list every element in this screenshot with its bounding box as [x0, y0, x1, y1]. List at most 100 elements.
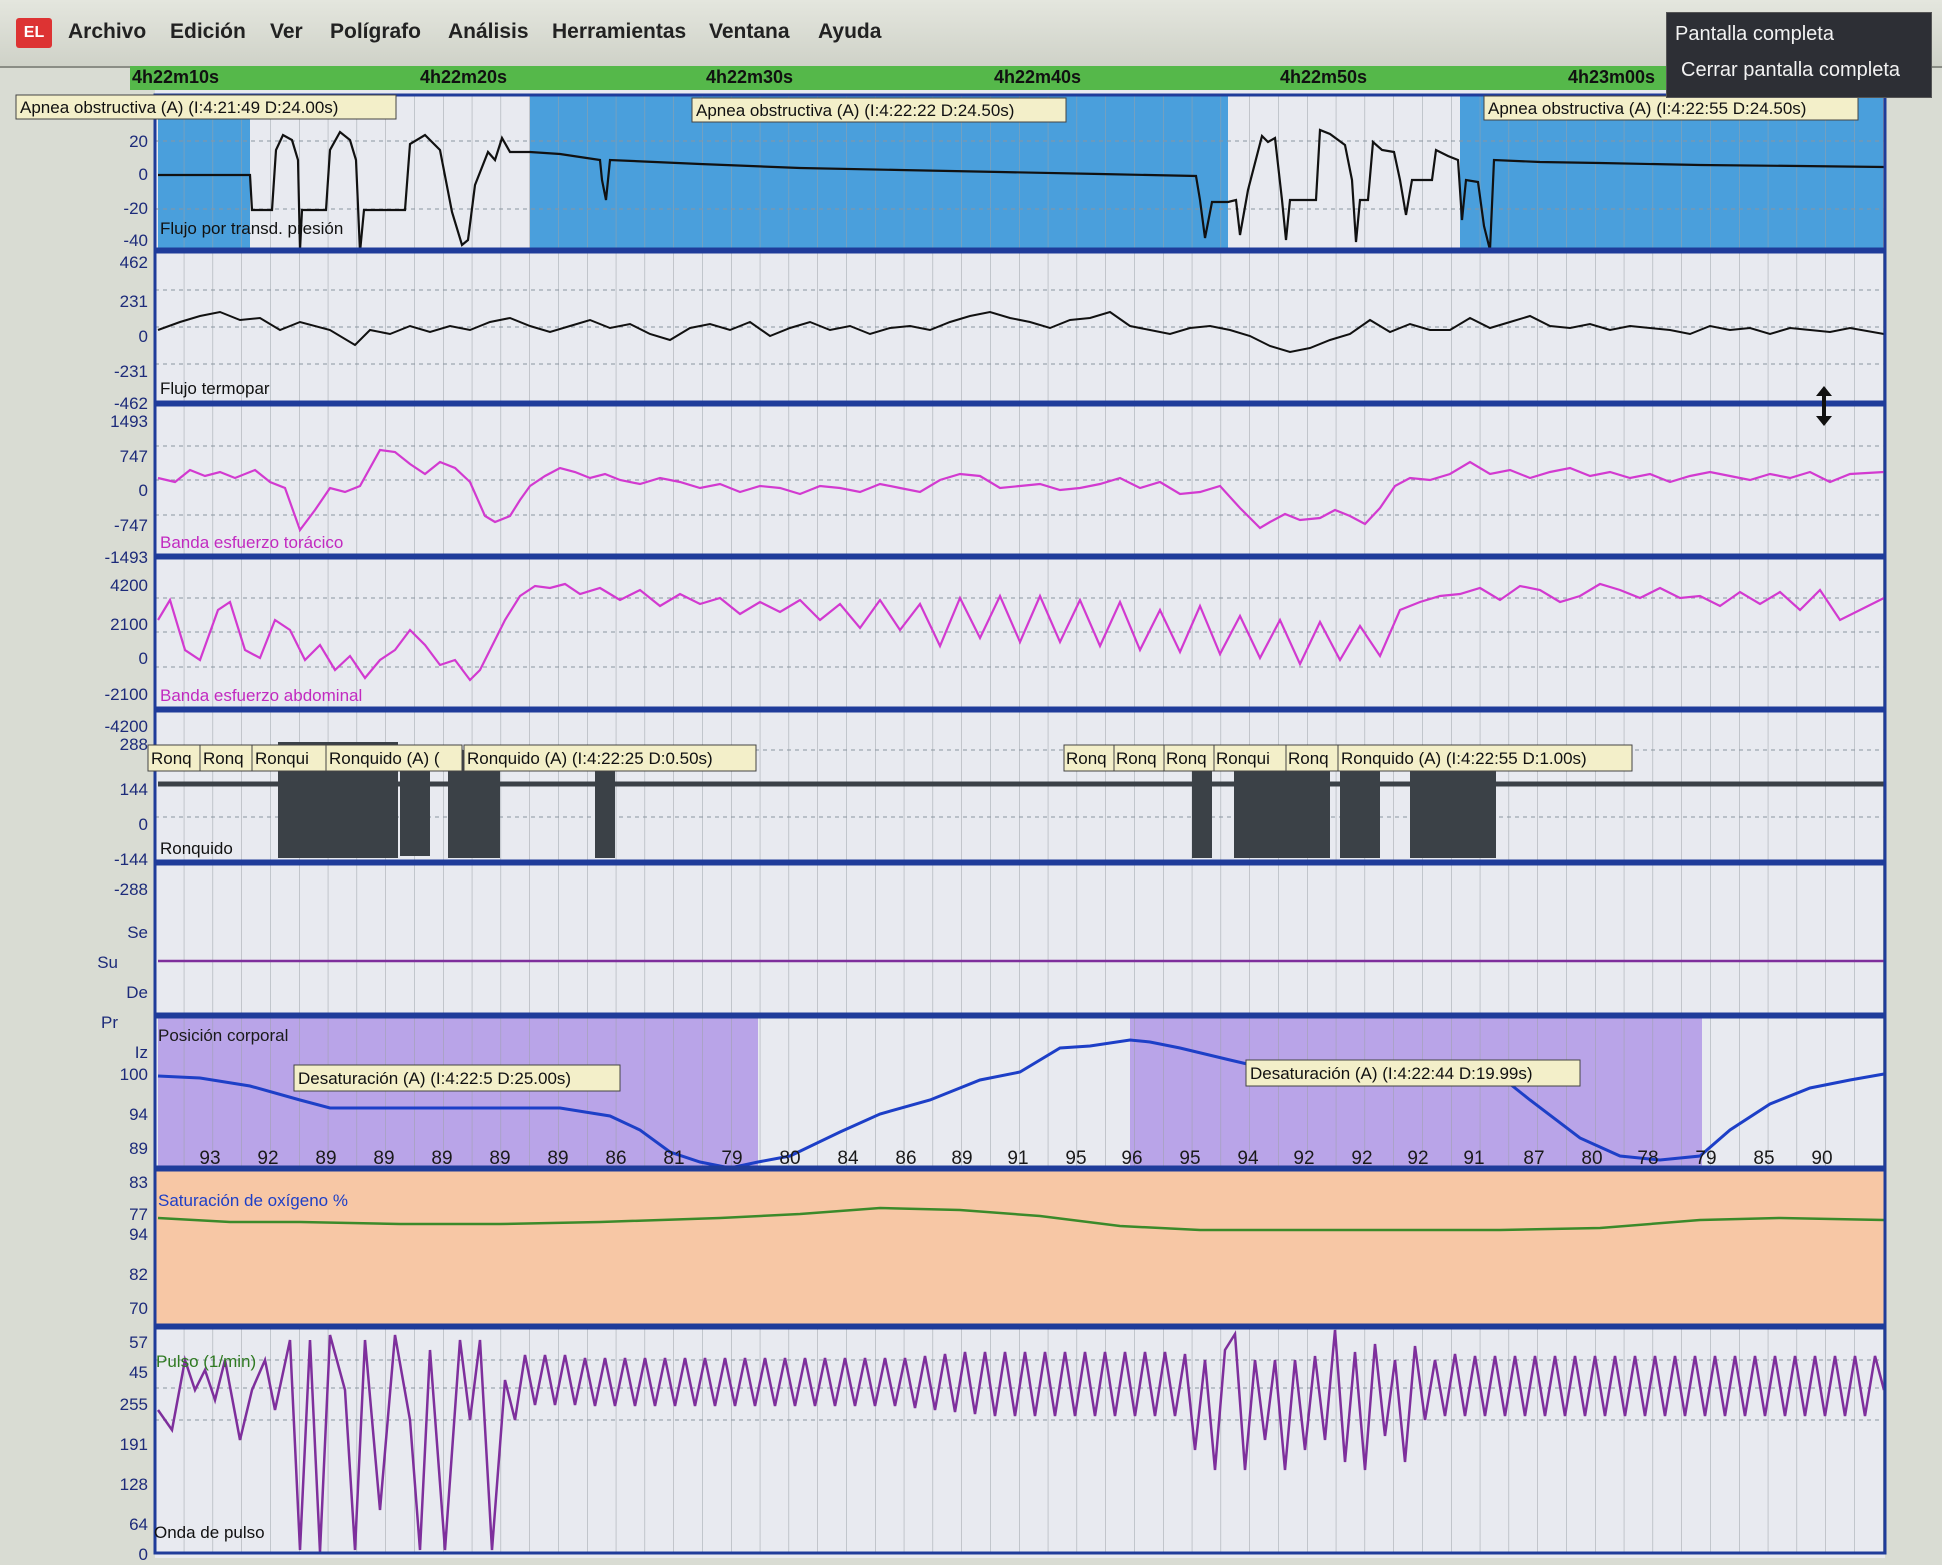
svg-text:86: 86 — [895, 1148, 916, 1169]
y-tick: 231 — [120, 292, 148, 311]
time-label: 4h22m20s — [420, 67, 508, 87]
channel-label-pulse: Pulso (1/min) — [156, 1352, 256, 1371]
app-logo-icon[interactable]: EL — [16, 18, 52, 48]
event-snore[interactable]: Ronq — [1163, 744, 1215, 772]
time-label: 4h22m10s — [132, 67, 220, 87]
event-snore[interactable]: Ronqui — [251, 744, 327, 772]
fullscreen-exit-item[interactable]: Cerrar pantalla completa — [1681, 53, 1900, 87]
y-tick: -288 — [114, 880, 148, 899]
svg-text:89: 89 — [315, 1148, 336, 1169]
event-snore[interactable]: Ronqui — [1213, 744, 1287, 772]
menu-ayuda[interactable]: Ayuda — [818, 20, 881, 44]
fullscreen-enter-item[interactable]: Pantalla completa — [1675, 17, 1834, 51]
svg-text:89: 89 — [373, 1148, 394, 1169]
svg-text:87: 87 — [1523, 1148, 1544, 1169]
y-tick: -20 — [123, 199, 148, 218]
y-tick: -1493 — [105, 548, 148, 567]
panel-abdominal[interactable] — [153, 556, 1887, 710]
event-apnea-1[interactable]: Apnea obstructiva (A) (I:4:21:49 D:24.00… — [15, 94, 397, 120]
channel-label-abdominal: Banda esfuerzo abdominal — [160, 686, 362, 705]
y-tick: 255 — [120, 1395, 148, 1414]
event-apnea-label: Apnea obstructiva (A) (I:4:22:55 D:24.50… — [1488, 99, 1806, 118]
menu-archivo[interactable]: Archivo — [68, 20, 146, 44]
event-snore[interactable]: Ronq — [1113, 744, 1165, 772]
event-snore[interactable]: Ronq — [199, 744, 253, 772]
svg-text:95: 95 — [1065, 1148, 1086, 1169]
svg-text:85: 85 — [1753, 1148, 1774, 1169]
y-tick: -462 — [114, 394, 148, 413]
panel-pleth[interactable] — [153, 1326, 1887, 1555]
svg-text:89: 89 — [489, 1148, 510, 1169]
svg-text:Ronq: Ronq — [1288, 749, 1329, 768]
y-tick: -40 — [123, 231, 148, 250]
y-tick: 82 — [129, 1265, 148, 1284]
panel-spo2[interactable] — [153, 1015, 1887, 1170]
event-snore[interactable]: Ronquido (A) ( — [325, 744, 463, 772]
y-tick: -4200 — [105, 717, 148, 736]
y-tick: 89 — [129, 1139, 148, 1158]
y-tick: De — [126, 983, 148, 1002]
event-apnea-2[interactable]: Apnea obstructiva (A) (I:4:22:22 D:24.50… — [691, 97, 1067, 123]
panel-snore[interactable] — [153, 709, 1887, 863]
y-tick: 0 — [139, 815, 148, 834]
y-tick: 2100 — [110, 615, 148, 634]
menu-analisis[interactable]: Análisis — [448, 20, 529, 44]
y-tick: 0 — [139, 649, 148, 668]
svg-text:Ronq: Ronq — [1066, 749, 1107, 768]
svg-text:Ronquido (A) (I:4:22:25 D:0.50: Ronquido (A) (I:4:22:25 D:0.50s) — [467, 749, 713, 768]
event-apnea-3[interactable]: Apnea obstructiva (A) (I:4:22:55 D:24.50… — [1483, 95, 1859, 121]
event-desaturation-2[interactable]: Desaturación (A) (I:4:22:44 D:19.99s) — [1245, 1059, 1581, 1087]
y-tick: 64 — [129, 1515, 148, 1534]
y-tick: 0 — [139, 327, 148, 346]
panel-position[interactable] — [153, 862, 1887, 1016]
svg-text:80: 80 — [779, 1148, 800, 1169]
svg-text:Ronqui: Ronqui — [1216, 749, 1270, 768]
channel-label-pleth: Onda de pulso — [154, 1523, 265, 1542]
svg-text:92: 92 — [1407, 1148, 1428, 1169]
polygraph-view[interactable]: 20 0 -20 -40 462 231 0 -231 -462 1493 74… — [0, 90, 1942, 1564]
y-tick: 45 — [129, 1363, 148, 1382]
event-desaturation-1[interactable]: Desaturación (A) (I:4:22:5 D:25.00s) — [293, 1064, 621, 1092]
y-tick: 100 — [120, 1065, 148, 1084]
menu-edicion[interactable]: Edición — [170, 20, 246, 44]
event-snore[interactable]: Ronq — [1063, 744, 1115, 772]
y-tick: Iz — [135, 1043, 148, 1062]
svg-text:Ronq: Ronq — [1116, 749, 1157, 768]
time-ruler[interactable]: 4h22m10s 4h22m20s 4h22m30s 4h22m40s 4h22… — [130, 66, 1886, 92]
menu-poligrafo[interactable]: Polígrafo — [330, 20, 421, 44]
event-apnea-label: Apnea obstructiva (A) (I:4:22:22 D:24.50… — [696, 101, 1014, 120]
menu-ver[interactable]: Ver — [270, 20, 303, 44]
event-snore[interactable]: Ronq — [1285, 744, 1339, 772]
y-tick: 0 — [139, 481, 148, 500]
svg-text:86: 86 — [605, 1148, 626, 1169]
y-tick: Se — [127, 923, 148, 942]
menu-bar: EL Archivo Edición Ver Polígrafo Análisi… — [0, 0, 1942, 68]
event-snore[interactable]: Ronquido (A) (I:4:22:25 D:0.50s) — [463, 744, 757, 772]
y-tick: -144 — [114, 850, 148, 869]
svg-text:78: 78 — [1637, 1148, 1658, 1169]
fullscreen-menu: Pantalla completa Cerrar pantalla comple… — [1666, 12, 1932, 98]
menu-herramientas[interactable]: Herramientas — [552, 20, 686, 44]
panel-flow-thermo[interactable] — [153, 250, 1887, 404]
event-apnea-label: Apnea obstructiva (A) (I:4:21:49 D:24.00… — [20, 98, 338, 117]
svg-text:Ronq: Ronq — [151, 749, 192, 768]
y-tick: 144 — [120, 780, 148, 799]
time-label: 4h22m40s — [994, 67, 1082, 87]
svg-text:92: 92 — [1351, 1148, 1372, 1169]
panel-thoracic[interactable] — [153, 403, 1887, 557]
svg-text:96: 96 — [1121, 1148, 1142, 1169]
channel-label-flow-pressure: Flujo por transd. presión — [160, 219, 343, 238]
svg-text:79: 79 — [721, 1148, 742, 1169]
panel-pulse[interactable] — [153, 1168, 1887, 1327]
event-snore[interactable]: Ronq — [147, 744, 201, 772]
y-tick: 128 — [120, 1475, 148, 1494]
y-tick: 94 — [129, 1105, 148, 1124]
event-snore[interactable]: Ronquido (A) (I:4:22:55 D:1.00s) — [1337, 744, 1633, 772]
time-label: 4h22m50s — [1280, 67, 1368, 87]
menu-ventana[interactable]: Ventana — [709, 20, 790, 44]
svg-text:90: 90 — [1811, 1148, 1832, 1169]
channel-label-spo2: Saturación de oxígeno % — [158, 1191, 348, 1210]
y-tick: -231 — [114, 362, 148, 381]
svg-text:Ronq: Ronq — [1166, 749, 1207, 768]
y-tick: 0 — [139, 1545, 148, 1560]
